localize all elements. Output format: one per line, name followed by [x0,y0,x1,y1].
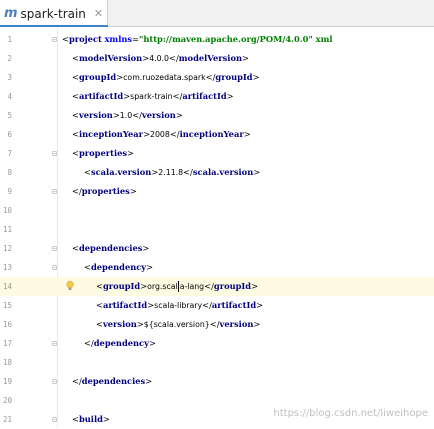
scala-version-close-tag: scala.version [192,167,254,177]
build-open-tag: build [78,414,103,424]
code-line-7[interactable]: 7 ⊟ <properties> [0,144,434,163]
fold-icon[interactable]: ⊟ [52,410,57,429]
line-number: 9 [7,187,12,196]
code-line-11[interactable]: 11 [0,220,434,239]
code-line-6[interactable]: 6 <inceptionYear>2008</inceptionYear> [0,125,434,144]
dep-artifact-id-open-tag: artifactId [102,300,148,310]
inception-year-open-tag: inceptionYear [78,129,144,139]
line-number: 19 [2,377,12,386]
dep-artifact-id-value: scala-library [154,301,203,310]
xmlns-attribute: xmlns [104,34,133,44]
code-line-12[interactable]: 12 ⊟ <dependencies> [0,239,434,258]
scala-version-open-tag: scala.version [90,167,152,177]
line-number: 14 [2,282,12,291]
editor-tab-bar: m spark-train ✕ [0,0,434,27]
model-version-close-tag: modelVersion [178,53,243,63]
watermark: https://blog.csdn.net/liweihope [273,408,428,419]
file-tab-spark-train[interactable]: m spark-train ✕ [0,0,108,27]
fold-icon[interactable]: ⊟ [52,258,57,277]
dep-artifact-id-close-tag: artifactId [211,300,257,310]
dep-group-id-value-part2: a-lang [179,282,205,291]
fold-icon[interactable]: ⊟ [52,239,57,258]
artifact-id-value: spark-train [130,92,173,101]
fold-icon[interactable]: ⊟ [52,144,57,163]
code-line-2[interactable]: 2 <modelVersion>4.0.0</modelVersion> [0,49,434,68]
line-number: 11 [2,225,12,234]
properties-close-tag: properties [81,186,130,196]
line-number: 7 [7,149,12,158]
dep-version-open-tag: version [102,319,137,329]
code-line-9[interactable]: 9 ⊟ </properties> [0,182,434,201]
line-number: 6 [7,130,12,139]
code-line-3[interactable]: 3 <groupId>com.ruozedata.spark</groupId> [0,68,434,87]
line-number: 16 [2,320,12,329]
properties-open-tag: properties [78,148,128,158]
version-open-tag: version [78,110,113,120]
lightbulb-icon[interactable] [66,281,74,291]
line-number: 15 [2,301,12,310]
line-number: 21 [2,415,12,424]
xmlns-value: "http://maven.apache.org/POM/4.0.0" xml [139,34,333,44]
code-line-19[interactable]: 19 ⊟ </dependencies> [0,372,434,391]
fold-icon[interactable]: ⊟ [52,30,57,49]
line-number: 18 [2,358,12,367]
artifact-id-close-tag: artifactId [182,91,227,101]
group-id-open-tag: groupId [78,72,117,82]
code-line-16[interactable]: 16 <version>${scala.version}</version> [0,315,434,334]
dep-version-close-tag: version [219,319,254,329]
dep-version-value: ${scala.version} [143,320,210,329]
dependency-open-tag: dependency [90,262,147,272]
maven-icon: m [4,6,18,21]
line-number: 4 [7,92,12,101]
tab-label: spark-train [20,6,86,21]
dep-group-id-value-part1: org.scal [147,282,178,291]
active-tab-indicator [0,25,108,27]
dependencies-open-tag: dependencies [78,243,143,253]
inception-year-value: 2008 [150,130,170,139]
code-line-10[interactable]: 10 [0,201,434,220]
line-number: 12 [2,244,12,253]
code-line-15[interactable]: 15 <artifactId>scala-library</artifactId… [0,296,434,315]
line-number: 8 [7,168,12,177]
code-editor[interactable]: 1 ⊟ <project xmlns="http://maven.apache.… [0,28,434,427]
version-close-tag: version [141,110,176,120]
artifact-id-open-tag: artifactId [78,91,124,101]
dependency-close-tag: dependency [93,338,149,348]
model-version-value: 4.0.0 [149,54,170,63]
version-value: 1.0 [119,111,133,120]
line-number: 20 [2,396,12,405]
code-line-14[interactable]: 14 <groupId>org.scal a-lang</groupId> [0,277,434,296]
code-line-4[interactable]: 4 <artifactId>spark-train</artifactId> [0,87,434,106]
group-id-close-tag: groupId [215,72,253,82]
dep-group-id-open-tag: groupId [102,281,141,291]
fold-icon[interactable]: ⊟ [52,334,57,353]
code-line-18[interactable]: 18 [0,353,434,372]
code-line-1[interactable]: 1 ⊟ <project xmlns="http://maven.apache.… [0,30,434,49]
code-line-17[interactable]: 17 ⊟ </dependency> [0,334,434,353]
line-number: 3 [7,73,12,82]
inception-year-close-tag: inceptionYear [179,129,244,139]
project-tag: project [68,34,102,44]
dependencies-close-tag: dependencies [81,376,146,386]
line-number: 5 [7,111,12,120]
fold-icon[interactable]: ⊟ [52,182,57,201]
group-id-value: com.ruozedata.spark [123,73,206,82]
line-number: 1 [7,35,12,44]
close-icon[interactable]: ✕ [94,7,103,20]
line-number: 2 [7,54,12,63]
dep-group-id-close-tag: groupId [213,281,252,291]
model-version-open-tag: modelVersion [78,53,143,63]
code-line-5[interactable]: 5 <version>1.0</version> [0,106,434,125]
code-line-8[interactable]: 8 <scala.version>2.11.8</scala.version> [0,163,434,182]
line-number: 10 [2,206,12,215]
fold-icon[interactable]: ⊟ [52,372,57,391]
code-line-13[interactable]: 13 ⊟ <dependency> [0,258,434,277]
line-number: 13 [2,263,12,272]
scala-version-value: 2.11.8 [158,168,184,177]
line-number: 17 [2,339,12,348]
